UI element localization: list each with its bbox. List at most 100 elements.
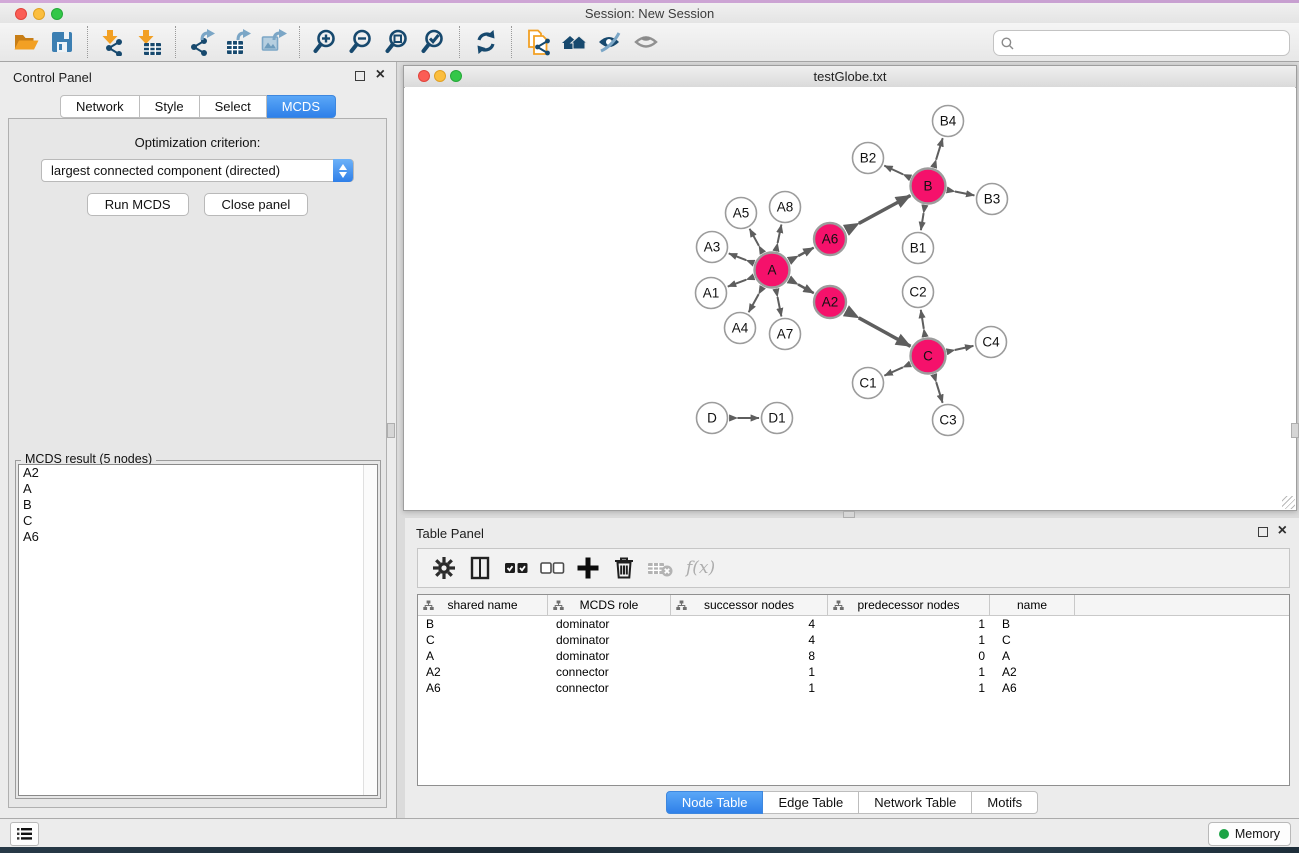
import-network-button[interactable] (96, 25, 132, 59)
cell[interactable]: A (990, 648, 1075, 664)
cell[interactable]: B (418, 616, 548, 632)
select-all-button[interactable] (500, 552, 532, 584)
trash-button[interactable] (608, 552, 640, 584)
eye-show-button[interactable] (628, 25, 664, 59)
clone-network-button[interactable] (520, 25, 556, 59)
vertical-splitter-handle[interactable] (387, 423, 395, 438)
memory-button[interactable]: Memory (1208, 822, 1291, 846)
edge-C-C2[interactable] (921, 310, 924, 329)
columns-button[interactable] (464, 552, 496, 584)
network-canvas[interactable]: B4B2BB3A8A5A6A3B1AA1C2A2A4A7C4CC1C3DD1 (405, 87, 1295, 509)
cell[interactable]: connector (548, 664, 671, 680)
cell[interactable]: B (990, 616, 1075, 632)
result-item[interactable]: A6 (19, 529, 377, 545)
table-row[interactable]: A2connector11A2 (418, 664, 1289, 680)
search-input[interactable] (1019, 32, 1289, 54)
edge-A-A4[interactable] (749, 294, 759, 312)
cell[interactable]: 8 (671, 648, 828, 664)
node-D1[interactable]: D1 (762, 403, 793, 434)
unselect-all-button[interactable] (536, 552, 568, 584)
node-A1[interactable]: A1 (696, 278, 727, 309)
import-table-button[interactable] (132, 25, 168, 59)
window-resize-grip[interactable] (1282, 496, 1295, 509)
refresh-button[interactable] (468, 25, 504, 59)
result-item[interactable]: B (19, 497, 377, 513)
node-A6[interactable]: A6 (814, 223, 846, 255)
node-A[interactable]: A (755, 253, 790, 288)
edge-A-A8[interactable] (778, 225, 782, 244)
result-item[interactable]: C (19, 513, 377, 529)
tab-mcds[interactable]: MCDS (267, 95, 336, 118)
open-folder-button[interactable] (8, 25, 44, 59)
column-header-name[interactable]: name (990, 595, 1075, 615)
network-window-titlebar[interactable]: testGlobe.txt (404, 66, 1296, 88)
cell[interactable]: dominator (548, 616, 671, 632)
table-close-icon[interactable]: × (1278, 521, 1287, 541)
column-header-shared-name[interactable]: shared name (418, 595, 548, 615)
edge-A-A5[interactable] (750, 229, 759, 246)
node-B1[interactable]: B1 (903, 233, 934, 264)
horizontal-splitter-handle[interactable] (843, 511, 855, 518)
edge-C-C3[interactable] (936, 382, 942, 403)
result-item[interactable]: A (19, 481, 377, 497)
edge-A-A1[interactable] (728, 280, 747, 287)
column-header-MCDS-role[interactable]: MCDS role (548, 595, 671, 615)
cell[interactable]: C (418, 632, 548, 648)
result-scrollbar[interactable] (363, 465, 377, 795)
right-splitter-handle[interactable] (1291, 423, 1299, 438)
cell[interactable]: 1 (828, 632, 990, 648)
export-image-button[interactable] (256, 25, 292, 59)
zoom-selected-button[interactable] (416, 25, 452, 59)
node-A7[interactable]: A7 (770, 319, 801, 350)
cell[interactable]: A6 (990, 680, 1075, 696)
edge-C-C4[interactable] (955, 346, 974, 350)
edge-A-A3[interactable] (729, 253, 747, 260)
home-button[interactable] (556, 25, 592, 59)
tab-node-table[interactable]: Node Table (666, 791, 764, 814)
cell[interactable]: 0 (828, 648, 990, 664)
edge-A2-C[interactable] (859, 318, 911, 347)
eye-hide-button[interactable] (592, 25, 628, 59)
node-C[interactable]: C (911, 339, 946, 374)
edge-A6-B[interactable] (859, 196, 911, 224)
edge-B-B2[interactable] (884, 166, 903, 175)
cell[interactable]: A2 (418, 664, 548, 680)
cell[interactable]: 1 (671, 680, 828, 696)
edge-A-A2[interactable] (798, 284, 814, 293)
edge-B-B4[interactable] (936, 138, 943, 160)
node-A2[interactable]: A2 (814, 286, 846, 318)
node-D[interactable]: D (697, 403, 728, 434)
result-item[interactable]: A2 (19, 465, 377, 481)
node-A5[interactable]: A5 (726, 198, 757, 229)
edge-B-B1[interactable] (921, 213, 924, 230)
cell[interactable]: 1 (828, 680, 990, 696)
cell[interactable]: C (990, 632, 1075, 648)
tab-network-table[interactable]: Network Table (859, 791, 972, 814)
node-C4[interactable]: C4 (976, 327, 1007, 358)
table-row[interactable]: Cdominator41C (418, 632, 1289, 648)
export-table-button[interactable] (220, 25, 256, 59)
close-panel-button[interactable]: Close panel (204, 193, 309, 216)
tab-motifs[interactable]: Motifs (972, 791, 1038, 814)
node-C2[interactable]: C2 (903, 277, 934, 308)
add-button[interactable] (572, 552, 604, 584)
cell[interactable]: dominator (548, 648, 671, 664)
export-network-button[interactable] (184, 25, 220, 59)
cell[interactable]: 1 (671, 664, 828, 680)
table-row[interactable]: Adominator80A (418, 648, 1289, 664)
zoom-in-button[interactable] (308, 25, 344, 59)
cell[interactable]: 4 (671, 632, 828, 648)
node-C1[interactable]: C1 (853, 368, 884, 399)
node-layer[interactable]: B4B2BB3A8A5A6A3B1AA1C2A2A4A7C4CC1C3DD1 (696, 106, 1008, 436)
close-panel-icon[interactable]: × (376, 65, 385, 85)
edge-A-A6[interactable] (798, 248, 814, 256)
mcds-result-list[interactable]: A2ABCA6 (18, 464, 378, 796)
tab-style[interactable]: Style (140, 95, 200, 118)
edge-A-A7[interactable] (778, 297, 782, 317)
cell[interactable]: A (418, 648, 548, 664)
tab-network[interactable]: Network (60, 95, 140, 118)
node-A3[interactable]: A3 (697, 232, 728, 263)
node-B3[interactable]: B3 (977, 184, 1008, 215)
edge-B-B3[interactable] (955, 192, 975, 196)
node-C3[interactable]: C3 (933, 405, 964, 436)
